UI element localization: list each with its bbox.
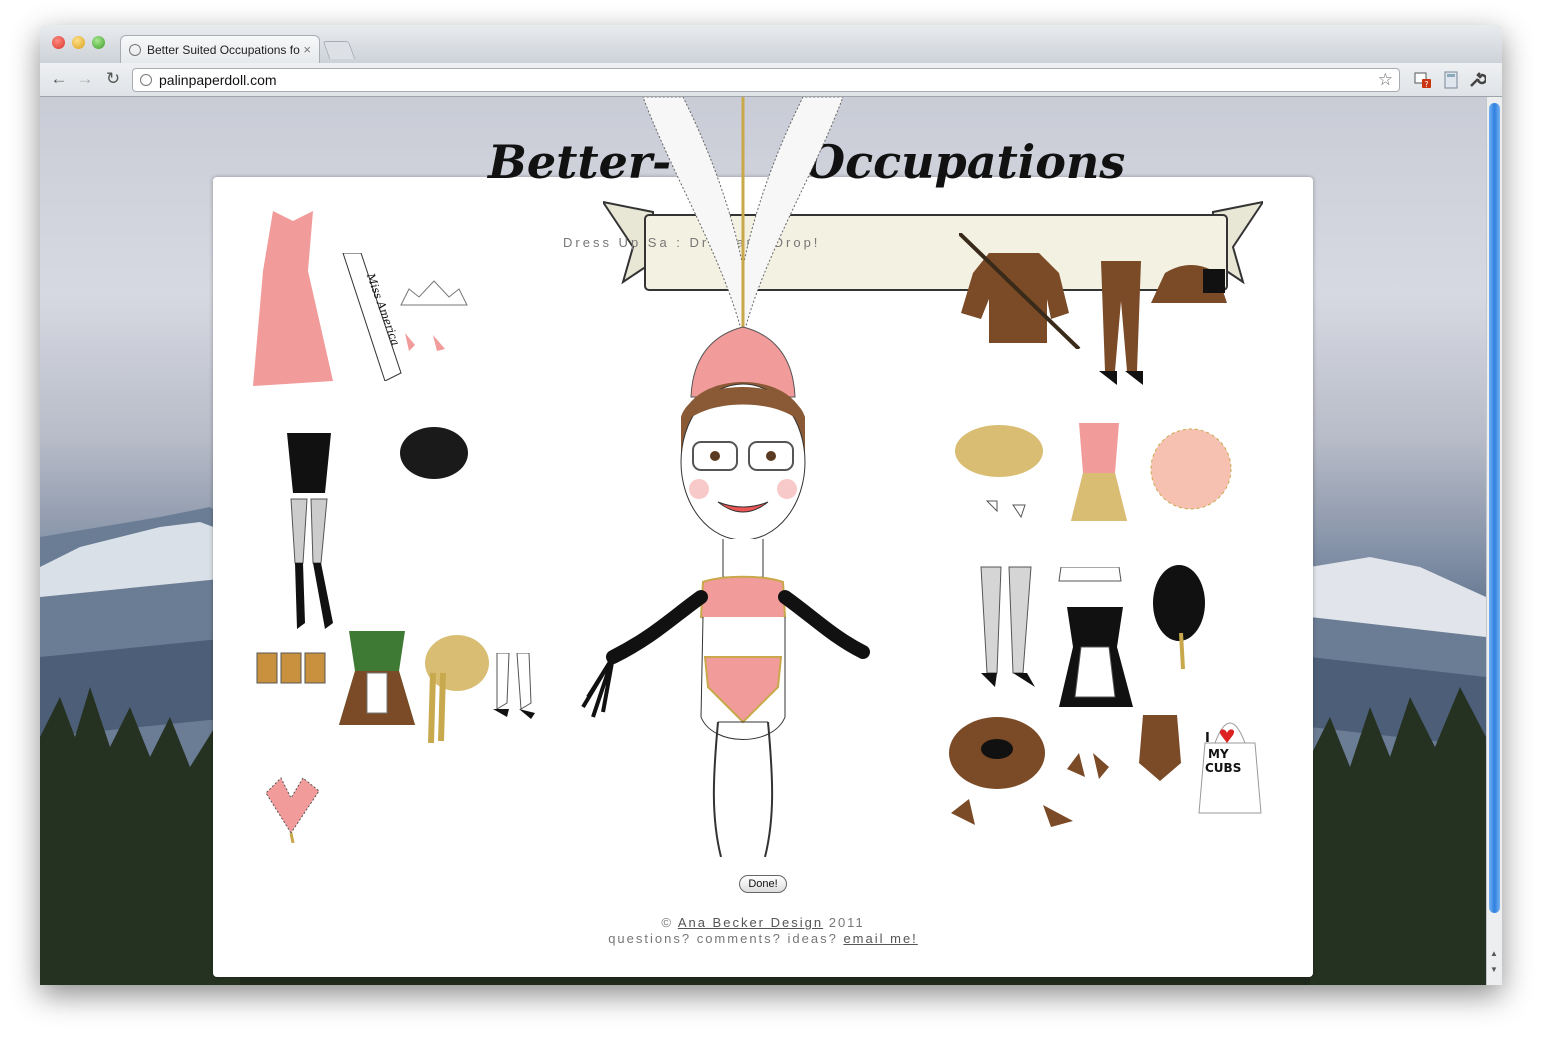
pink-earrings-item[interactable] — [403, 331, 447, 353]
toolbar: ← → ↻ palinpaperdoll.com ☆ ? — [40, 63, 1502, 97]
svg-text:?: ? — [1424, 80, 1428, 89]
copyright-symbol: © — [661, 915, 673, 930]
fishnet-stockings-item[interactable] — [975, 563, 1037, 687]
page-menu-icon[interactable] — [1442, 71, 1460, 89]
forward-button[interactable]: → — [74, 69, 96, 89]
pom-pom-item[interactable] — [1147, 425, 1237, 521]
scroll-down-arrow[interactable]: ▼ — [1490, 965, 1498, 974]
feather-duster-item[interactable] — [1149, 563, 1209, 671]
back-button[interactable]: ← — [48, 69, 70, 89]
page-action-icon[interactable]: ? — [1414, 71, 1432, 89]
trapper-hat-item[interactable] — [1147, 263, 1231, 309]
email-link[interactable]: email me! — [843, 931, 917, 946]
minimize-window-button[interactable] — [72, 36, 85, 49]
bookmark-star-icon[interactable]: ☆ — [1378, 70, 1393, 90]
tab-bar: Better Suited Occupations fo × — [40, 25, 1502, 63]
reload-button[interactable]: ↻ — [102, 69, 124, 89]
cheerleader-uniform-item[interactable] — [1069, 423, 1129, 525]
dirndl-item[interactable] — [339, 631, 415, 727]
bear-feet-item[interactable] — [947, 797, 1077, 831]
brown-pants-item[interactable] — [1097, 261, 1151, 389]
paper-doll-card: Better- Occupations Dress Up Sa : Drag a… — [213, 97, 1313, 977]
apron-text-my: MY — [1208, 747, 1229, 761]
questions-text: questions? comments? ideas? — [608, 931, 838, 946]
tab-title: Better Suited Occupations fo — [147, 43, 300, 57]
address-bar[interactable]: palinpaperdoll.com ☆ — [132, 68, 1400, 92]
blonde-braids-item[interactable] — [423, 633, 491, 745]
zoom-window-button[interactable] — [92, 36, 105, 49]
plaid-hunting-shirt-rifle-item[interactable] — [959, 233, 1083, 349]
apron-text-cubs: CUBS — [1205, 761, 1242, 775]
black-corset-boots-item[interactable] — [281, 433, 337, 629]
close-window-button[interactable] — [52, 36, 65, 49]
tiara-item[interactable] — [399, 279, 469, 307]
url-text: palinpaperdoll.com — [159, 72, 277, 88]
globe-icon — [129, 44, 141, 56]
footer: © Ana Becker Design 2011 questions? comm… — [213, 915, 1313, 947]
french-maid-uniform-item[interactable] — [1057, 567, 1135, 711]
browser-window: Better Suited Occupations fo × ← → ↻ pal… — [40, 25, 1502, 985]
bear-head-item[interactable] — [947, 713, 1047, 789]
copyright-year: 2011 — [828, 915, 865, 930]
new-tab-button[interactable] — [322, 41, 356, 59]
apron-text-i: I — [1205, 731, 1210, 746]
scrollbar-thumb[interactable] — [1489, 103, 1500, 913]
bear-torso-item[interactable] — [1135, 713, 1185, 783]
wrench-icon[interactable] — [1468, 71, 1486, 89]
vertical-scrollbar[interactable]: ▲ ▼ — [1486, 97, 1502, 985]
tab-close-icon[interactable]: × — [303, 42, 311, 57]
white-socks-shoes-item[interactable] — [491, 653, 535, 723]
page-viewport: Better- Occupations Dress Up Sa : Drag a… — [40, 97, 1486, 985]
beer-mugs-item[interactable] — [255, 647, 327, 687]
done-button[interactable]: Done! — [739, 875, 787, 893]
globe-icon — [140, 74, 152, 86]
designer-link[interactable]: Ana Becker Design — [678, 915, 823, 930]
blonde-pigtails-sneakers-item[interactable] — [947, 421, 1049, 525]
feather-fan-item[interactable] — [261, 773, 323, 843]
palin-doll[interactable] — [573, 97, 913, 857]
black-wig-item[interactable] — [399, 425, 469, 483]
scroll-up-arrow[interactable]: ▲ — [1490, 949, 1498, 958]
tab-active[interactable]: Better Suited Occupations fo × — [120, 35, 320, 63]
bear-paws-item[interactable] — [1063, 749, 1113, 785]
